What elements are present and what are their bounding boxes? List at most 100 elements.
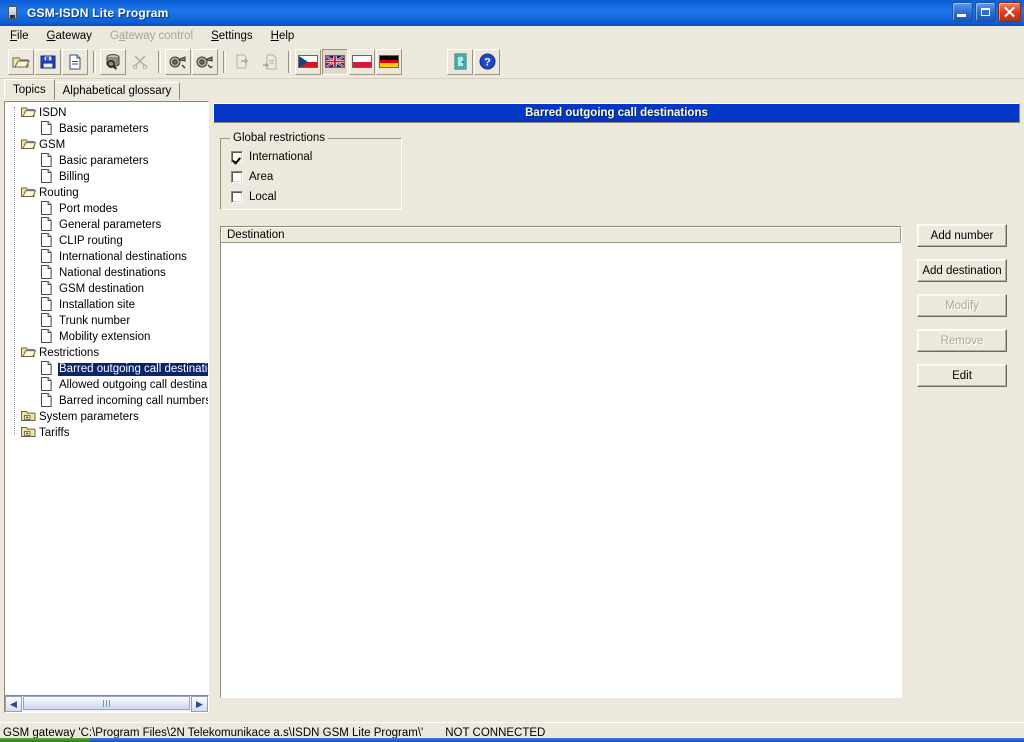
tree-item-tariffs[interactable]: Tariffs bbox=[5, 425, 208, 441]
add-number-button[interactable]: Add number bbox=[917, 224, 1007, 247]
edit-button[interactable]: Edit bbox=[917, 364, 1007, 387]
global-restrictions-group: Global restrictions International Area L… bbox=[220, 132, 402, 210]
tree-item-label: GSM bbox=[39, 138, 66, 151]
flag-germany-icon[interactable] bbox=[376, 48, 402, 75]
flag-czech-icon[interactable] bbox=[295, 48, 321, 75]
send-to-gateway-icon bbox=[230, 49, 256, 75]
add-destination-button[interactable]: Add destination bbox=[917, 259, 1007, 282]
modify-button: Modify bbox=[917, 294, 1007, 317]
tree-item-basic-parameters[interactable]: Basic parameters bbox=[5, 153, 208, 169]
exit-door-icon[interactable] bbox=[447, 48, 473, 75]
destination-list-body[interactable] bbox=[221, 243, 901, 697]
tree-item-international-destinations[interactable]: International destinations bbox=[5, 249, 208, 265]
scroll-right-arrow-icon[interactable]: ▶ bbox=[191, 696, 208, 712]
document-icon bbox=[41, 201, 58, 217]
svg-text:?: ? bbox=[484, 57, 491, 69]
open-icon[interactable] bbox=[8, 48, 34, 75]
tree-item-general-parameters[interactable]: General parameters bbox=[5, 217, 208, 233]
tree-item-installation-site[interactable]: Installation site bbox=[5, 297, 208, 313]
tab-alphabetical-glossary[interactable]: Alphabetical glossary bbox=[53, 82, 181, 100]
menu-file[interactable]: File bbox=[2, 28, 37, 44]
checkbox-local-box[interactable] bbox=[231, 191, 243, 203]
tree-item-isdn[interactable]: ISDN bbox=[5, 105, 208, 121]
tree-item-port-modes[interactable]: Port modes bbox=[5, 201, 208, 217]
document-icon bbox=[41, 329, 58, 345]
tree-item-restrictions[interactable]: Restrictions bbox=[5, 345, 208, 361]
menu-gateway[interactable]: Gateway bbox=[39, 28, 100, 44]
tree-item-trunk-number[interactable]: Trunk number bbox=[5, 313, 208, 329]
toolbar: ? bbox=[0, 45, 1024, 79]
tree-item-label: Port modes bbox=[59, 202, 118, 215]
tree-horizontal-scrollbar[interactable]: ◀ ▶ bbox=[4, 695, 209, 713]
close-button[interactable] bbox=[998, 2, 1021, 22]
checkbox-area[interactable]: Area bbox=[231, 171, 273, 183]
tree-item-system-parameters[interactable]: System parameters bbox=[5, 409, 208, 425]
menu-gateway-control-label-rest: teway control bbox=[125, 29, 194, 42]
scrollbar-thumb[interactable] bbox=[23, 696, 190, 710]
start-button-sliver[interactable] bbox=[0, 738, 90, 742]
tree-item-barred-outgoing-call-destinatio[interactable]: Barred outgoing call destinatio bbox=[5, 361, 208, 377]
checkbox-area-box[interactable] bbox=[231, 171, 243, 183]
document-icon bbox=[41, 153, 58, 169]
read-from-gateway-icon[interactable] bbox=[100, 48, 126, 75]
checkbox-international[interactable]: International bbox=[231, 151, 312, 163]
tree-item-billing[interactable]: Billing bbox=[5, 169, 208, 185]
tree-item-mobility-extension[interactable]: Mobility extension bbox=[5, 329, 208, 345]
tab-strip: Topics Alphabetical glossary bbox=[4, 79, 1020, 100]
tree-item-gsm[interactable]: GSM bbox=[5, 137, 208, 153]
menu-gateway-label-rest: ateway bbox=[55, 29, 92, 42]
tree-item-label: National destinations bbox=[59, 266, 166, 279]
scrollbar-track[interactable] bbox=[22, 696, 191, 712]
folder-closed-icon bbox=[21, 409, 38, 425]
document-icon bbox=[41, 233, 58, 249]
document-icon bbox=[41, 361, 58, 377]
disconnect-icon bbox=[127, 49, 153, 75]
minimize-button[interactable] bbox=[952, 2, 973, 22]
help-question-icon[interactable]: ? bbox=[474, 48, 500, 75]
modem-settings-icon[interactable] bbox=[192, 48, 218, 75]
tree-guide-line bbox=[14, 107, 15, 435]
tree-item-label: Basic parameters bbox=[59, 154, 149, 167]
flag-uk-icon[interactable] bbox=[322, 48, 348, 75]
menu-help[interactable]: Help bbox=[263, 28, 303, 44]
menu-file-label-rest: ile bbox=[17, 29, 29, 42]
menu-gateway-control: Gateway control bbox=[109, 29, 194, 42]
tree-item-gsm-destination[interactable]: GSM destination bbox=[5, 281, 208, 297]
window-title: GSM-ISDN Lite Program bbox=[27, 6, 169, 20]
document-icon bbox=[41, 281, 58, 297]
tab-topics[interactable]: Topics bbox=[4, 79, 55, 100]
tree-item-barred-incoming-call-numbers[interactable]: Barred incoming call numbers bbox=[5, 393, 208, 409]
tree-item-national-destinations[interactable]: National destinations bbox=[5, 265, 208, 281]
folder-open-icon bbox=[21, 345, 38, 361]
tree-item-label: System parameters bbox=[39, 410, 139, 423]
tree-item-basic-parameters[interactable]: Basic parameters bbox=[5, 121, 208, 137]
export-document-icon bbox=[257, 49, 283, 75]
title-bar: GSM-ISDN Lite Program bbox=[0, 0, 1024, 26]
tree-item-label: GSM destination bbox=[59, 282, 145, 295]
menu-settings[interactable]: Settings bbox=[203, 28, 261, 44]
scroll-left-arrow-icon[interactable]: ◀ bbox=[5, 696, 22, 712]
tree-item-routing[interactable]: Routing bbox=[5, 185, 208, 201]
window-controls bbox=[952, 2, 1021, 22]
tree-item-clip-routing[interactable]: CLIP routing bbox=[5, 233, 208, 249]
tree-item-label: Allowed outgoing call destina bbox=[59, 378, 208, 391]
destination-list[interactable]: Destination bbox=[220, 226, 902, 698]
save-icon[interactable] bbox=[35, 48, 61, 75]
remove-button: Remove bbox=[917, 329, 1007, 352]
topics-tree-panel[interactable]: ISDN Basic parameters GSM Basic parameters B… bbox=[4, 101, 209, 713]
status-connection-state: NOT CONNECTED bbox=[445, 726, 546, 739]
checkbox-local[interactable]: Local bbox=[231, 191, 277, 203]
document-icon bbox=[41, 377, 58, 393]
checkbox-international-box[interactable] bbox=[231, 151, 243, 163]
tree-item-allowed-outgoing-call-destina[interactable]: Allowed outgoing call destina bbox=[5, 377, 208, 393]
menu-bar: File Gateway Gateway control Settings He… bbox=[0, 26, 1024, 45]
flag-poland-icon[interactable] bbox=[349, 48, 375, 75]
status-gateway-path: GSM gateway 'C:\Program Files\2N Telekom… bbox=[3, 726, 424, 739]
document-icon bbox=[41, 121, 58, 137]
checkbox-international-label: International bbox=[249, 151, 313, 163]
checkbox-local-label: Local bbox=[249, 191, 277, 203]
connect-modem-icon[interactable] bbox=[165, 48, 191, 75]
column-header-destination[interactable]: Destination bbox=[221, 227, 901, 242]
restore-button[interactable] bbox=[975, 2, 996, 22]
new-document-icon[interactable] bbox=[62, 48, 88, 75]
